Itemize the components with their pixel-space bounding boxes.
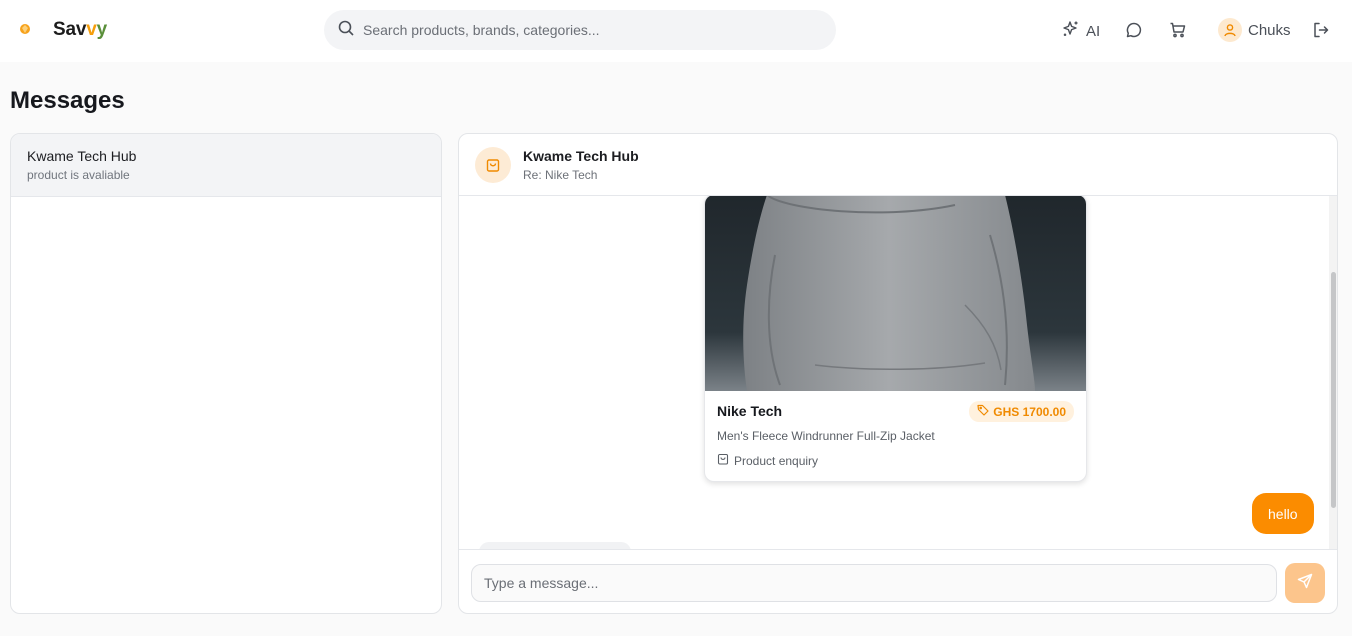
scrollbar-thumb[interactable]	[1331, 272, 1336, 508]
sparkles-icon	[1062, 20, 1080, 42]
product-image	[705, 196, 1086, 391]
logout-button[interactable]	[1312, 21, 1330, 43]
product-card-body: Nike Tech GHS 1700.00 Men's Fleece Windr…	[705, 391, 1086, 468]
search-icon	[338, 20, 354, 41]
cart-button[interactable]	[1169, 21, 1187, 43]
chat-header-text: Kwame Tech Hub Re: Nike Tech	[523, 148, 639, 182]
ai-label: AI	[1086, 22, 1101, 40]
page-title: Messages	[10, 87, 125, 114]
brand-prefix: Sav	[53, 19, 87, 40]
tag-icon	[977, 404, 989, 419]
shopping-bag-icon	[475, 146, 511, 183]
chat-icon	[1125, 21, 1143, 43]
conversation-list: Kwame Tech Hub product is avaliable	[10, 133, 442, 614]
messages-button[interactable]	[1125, 21, 1143, 43]
send-button[interactable]	[1285, 562, 1325, 603]
cart-icon	[1169, 21, 1187, 43]
chat-header: Kwame Tech Hub Re: Nike Tech	[459, 134, 1337, 196]
search-input[interactable]	[363, 22, 836, 38]
search-bar[interactable]	[324, 10, 836, 50]
scrollbar[interactable]	[1329, 196, 1337, 549]
enquiry-tag: Product enquiry	[717, 453, 1074, 468]
user-name: Chuks	[1248, 21, 1291, 39]
send-icon	[1297, 573, 1313, 592]
enquiry-label: Product enquiry	[734, 453, 819, 468]
price-badge: GHS 1700.00	[969, 401, 1074, 422]
chat-title: Kwame Tech Hub	[523, 147, 639, 164]
chat-panel: Kwame Tech Hub Re: Nike Tech Nike Tech G…	[458, 133, 1338, 614]
product-price: GHS 1700.00	[993, 404, 1066, 419]
chat-subtitle: Re: Nike Tech	[523, 167, 598, 182]
product-description: Men's Fleece Windrunner Full-Zip Jacket	[717, 429, 935, 443]
shopping-bag-icon	[717, 453, 729, 468]
message-bubble-outgoing: hello	[1252, 493, 1314, 534]
conversation-name: Kwame Tech Hub	[27, 148, 137, 164]
brand[interactable]: Savvy	[18, 18, 107, 42]
conversation-preview: product is avaliable	[27, 168, 130, 182]
message-composer	[459, 549, 1337, 613]
message-bubble-incoming	[479, 542, 631, 549]
brand-name: Savvy	[53, 19, 107, 41]
avatar	[1218, 18, 1242, 42]
ai-button[interactable]: AI	[1062, 20, 1100, 42]
user-menu[interactable]: Chuks	[1218, 18, 1291, 42]
top-bar: Savvy AI	[0, 0, 1352, 62]
message-input[interactable]	[471, 563, 1277, 602]
brand-v: v	[86, 19, 97, 40]
logout-icon	[1312, 21, 1330, 43]
product-card[interactable]: Nike Tech GHS 1700.00 Men's Fleece Windr…	[704, 196, 1087, 482]
brand-logo-icon	[18, 18, 36, 42]
message-thread[interactable]: Nike Tech GHS 1700.00 Men's Fleece Windr…	[459, 196, 1337, 549]
conversation-item[interactable]: Kwame Tech Hub product is avaliable	[11, 134, 441, 197]
brand-y: y	[96, 19, 108, 40]
